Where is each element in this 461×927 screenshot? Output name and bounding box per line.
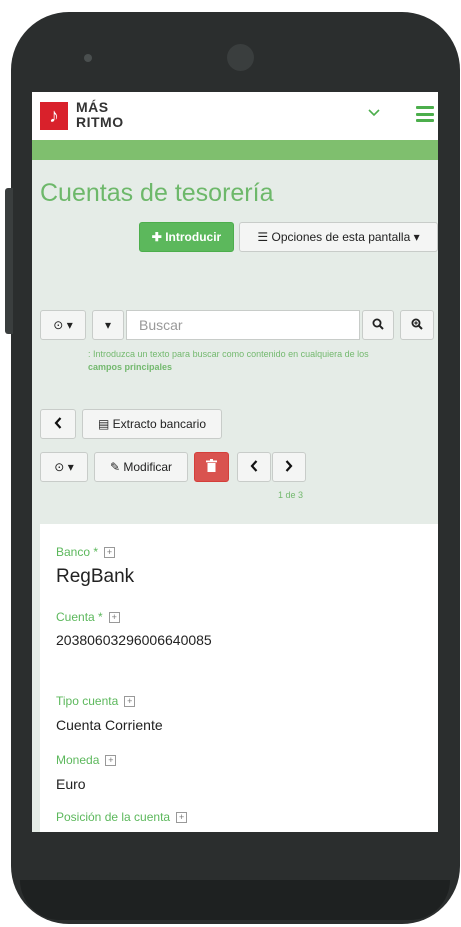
- brand-logo-text[interactable]: MÁS RITMO: [76, 100, 124, 130]
- introduce-label: Introducir: [165, 230, 222, 244]
- expand-icon[interactable]: +: [105, 755, 117, 766]
- modify-button[interactable]: ✎ Modificar: [94, 452, 188, 482]
- chevron-down-icon[interactable]: [368, 104, 380, 122]
- list-icon: ☰: [257, 230, 269, 244]
- introduce-button[interactable]: ✚ Introducir: [139, 222, 234, 252]
- search-hint-text: : Introduzca un texto para buscar como c…: [88, 349, 369, 359]
- account-value: 20380603296006640085: [56, 632, 212, 648]
- screen-options-label: Opciones de esta pantalla: [271, 230, 411, 244]
- top-navbar: ♪ MÁS RITMO: [32, 92, 438, 140]
- zoom-in-icon: [411, 318, 423, 330]
- chevron-right-icon: [285, 460, 293, 472]
- chevron-left-icon: [250, 460, 258, 472]
- expand-icon[interactable]: +: [124, 696, 136, 707]
- bank-field-label: Banco * +: [56, 545, 116, 559]
- modify-label: Modificar: [123, 460, 173, 474]
- previous-record-button[interactable]: [237, 452, 271, 482]
- account-position-label-text: Posición de la cuenta: [56, 810, 171, 824]
- search-hint-link[interactable]: campos principales: [88, 362, 172, 372]
- plus-icon: ✚: [151, 230, 162, 244]
- caret-down-icon: ▾: [104, 318, 112, 332]
- phone-side-button: [5, 188, 13, 334]
- account-type-value: Cuenta Corriente: [56, 717, 163, 733]
- app-screen: ♪ MÁS RITMO Cuentas de tesorería ✚ Intro…: [32, 92, 438, 832]
- caret-down-icon: ▾: [67, 460, 74, 474]
- account-type-field-label: Tipo cuenta +: [56, 694, 136, 708]
- brand-line-1: MÁS: [76, 99, 109, 115]
- caret-down-icon: ▾: [413, 230, 420, 244]
- edit-icon: ✎: [109, 460, 121, 474]
- caret-down-icon: ▾: [66, 318, 73, 332]
- clock-icon: ⊙: [53, 318, 64, 332]
- currency-field-label: Moneda +: [56, 753, 117, 767]
- search-hint: : Introduzca un texto para buscar como c…: [88, 348, 398, 374]
- expand-icon[interactable]: +: [104, 547, 116, 558]
- next-record-button[interactable]: [272, 452, 306, 482]
- page-title: Cuentas de tesorería: [40, 179, 274, 207]
- brand-line-2: RITMO: [76, 114, 124, 130]
- back-button[interactable]: [40, 409, 76, 439]
- search-mode-dropdown[interactable]: ⊙ ▾: [40, 310, 86, 340]
- expand-icon[interactable]: +: [176, 812, 188, 823]
- record-card: Banco * + RegBank Cuenta * + 2038060329600…: [40, 524, 438, 832]
- currency-label-text: Moneda: [56, 753, 100, 767]
- ledger-icon: ▤: [97, 417, 110, 431]
- music-note-icon[interactable]: ♪: [40, 102, 68, 130]
- menu-icon[interactable]: [416, 106, 434, 122]
- currency-value: Euro: [56, 776, 86, 792]
- search-button[interactable]: [362, 310, 394, 340]
- record-actions-dropdown[interactable]: ⊙ ▾: [40, 452, 88, 482]
- account-type-label-text: Tipo cuenta: [56, 694, 119, 708]
- trash-icon: [206, 459, 217, 472]
- account-position-field-label: Posición de la cuenta +: [56, 810, 188, 824]
- phone-bottom: [20, 880, 450, 920]
- expand-icon[interactable]: +: [108, 612, 120, 623]
- screen-options-button[interactable]: ☰ Opciones de esta pantalla ▾: [239, 222, 438, 252]
- account-field-label: Cuenta * +: [56, 610, 120, 624]
- search-icon: [372, 318, 384, 330]
- bank-label-text: Banco *: [56, 545, 99, 559]
- chevron-left-icon: [54, 417, 62, 429]
- phone-camera: [227, 44, 254, 71]
- bank-statement-label: Extracto bancario: [112, 417, 207, 431]
- delete-button[interactable]: [194, 452, 229, 482]
- bank-value: RegBank: [56, 566, 135, 587]
- advanced-search-button[interactable]: [400, 310, 434, 340]
- search-field-dropdown[interactable]: ▾: [92, 310, 124, 340]
- record-pager-text: 1 de 3: [278, 490, 304, 500]
- account-label-text: Cuenta *: [56, 610, 103, 624]
- phone-sensor: [84, 54, 92, 62]
- search-input[interactable]: Buscar: [126, 310, 360, 340]
- bank-statement-button[interactable]: ▤ Extracto bancario: [82, 409, 222, 439]
- clock-icon: ⊙: [54, 460, 65, 474]
- breadcrumb-bar: [32, 140, 438, 160]
